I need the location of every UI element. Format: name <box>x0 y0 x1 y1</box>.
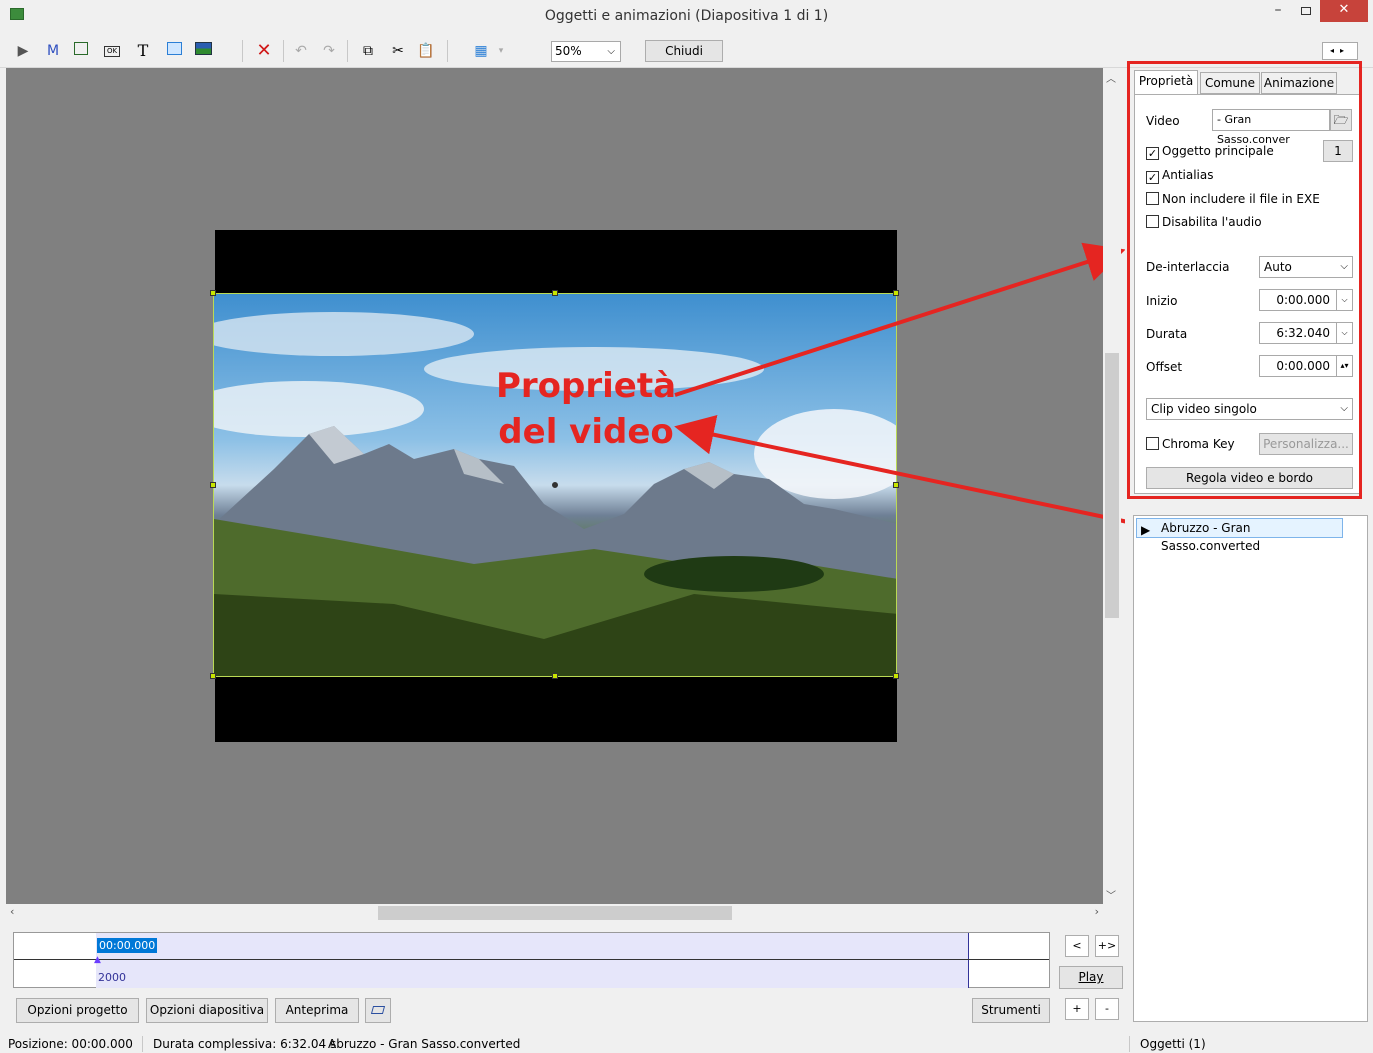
tools-button[interactable]: Strumenti <box>972 998 1050 1023</box>
main-object-number[interactable]: 1 <box>1323 140 1353 162</box>
chevron-down-icon[interactable]: ⌵ <box>1336 290 1352 310</box>
horizontal-scrollbar[interactable]: ‹ › <box>6 904 1103 922</box>
scroll-thumb[interactable] <box>1105 353 1119 618</box>
arrow-from-list <box>674 415 1129 524</box>
tab-animation[interactable]: Animazione <box>1261 72 1337 94</box>
vertical-scrollbar[interactable]: ︿ ﹀ <box>1103 68 1121 904</box>
slide-options-button[interactable]: Opzioni diapositiva <box>146 998 268 1023</box>
video-icon: ▶ <box>1141 523 1151 537</box>
timeline-track[interactable] <box>96 960 969 988</box>
prev-keyframe-button[interactable]: < <box>1065 935 1089 957</box>
start-value: 0:00.000 <box>1276 293 1330 307</box>
open-file-button[interactable]: 🗁 <box>1330 109 1352 131</box>
add-keyframe-button[interactable]: + <box>1065 998 1089 1020</box>
video-label: Video <box>1146 114 1180 128</box>
expand-timeline-button[interactable]: +> <box>1095 935 1119 957</box>
keyframe-marker-icon[interactable]: ▲ <box>94 955 102 965</box>
spinner-icon[interactable]: ▴▾ <box>1336 356 1352 376</box>
checkbox-box[interactable] <box>1146 215 1159 228</box>
chevron-down-icon: ⌵ <box>1340 403 1348 414</box>
deinterlace-select[interactable]: Auto ⌵ <box>1259 256 1353 278</box>
disable-audio-label: Disabilita l'audio <box>1162 215 1262 229</box>
checkbox-box[interactable]: ✓ <box>1146 171 1159 184</box>
main-object-checkbox[interactable]: ✓ Oggetto principale <box>1146 144 1274 160</box>
clip-mode-select[interactable]: Clip video singolo ⌵ <box>1146 398 1353 420</box>
scroll-right-icon[interactable]: › <box>1095 905 1099 918</box>
scroll-left-icon[interactable]: ‹ <box>10 905 14 918</box>
screen-icon <box>370 1006 386 1014</box>
status-file: Abruzzo - Gran Sasso.converted <box>328 1037 521 1051</box>
list-item[interactable]: ▶ Abruzzo - Gran Sasso.converted <box>1136 518 1343 553</box>
status-separator <box>142 1036 143 1052</box>
status-duration: Durata complessiva: 6:32.04 s <box>153 1037 337 1051</box>
preview-button[interactable]: Anteprima <box>275 998 359 1023</box>
timeline[interactable]: 00:00.000 ▲ 2000 <box>13 932 1050 988</box>
status-separator <box>1129 1036 1130 1052</box>
start-label: Inizio <box>1146 294 1178 308</box>
antialias-checkbox[interactable]: ✓ Antialias <box>1146 168 1213 184</box>
duration-field[interactable]: 6:32.040 ⌵ <box>1259 322 1353 344</box>
object-label: Abruzzo - Gran Sasso.converted <box>1161 521 1261 553</box>
checkbox-box[interactable] <box>1146 437 1159 450</box>
checkbox-box[interactable] <box>1146 192 1159 205</box>
clip-mode-value: Clip video singolo <box>1151 402 1257 416</box>
status-bar: Posizione: 00:00.000 Durata complessiva:… <box>0 1035 1373 1053</box>
chevron-down-icon: ⌵ <box>1340 261 1348 272</box>
offset-value: 0:00.000 <box>1276 359 1330 373</box>
deinterlace-value: Auto <box>1264 260 1292 274</box>
folder-open-icon: 🗁 <box>1333 113 1349 127</box>
video-file-field[interactable]: - Gran Sasso.conver <box>1212 109 1330 146</box>
deinterlace-label: De-interlaccia <box>1146 260 1230 274</box>
timeline-divider <box>14 959 1049 960</box>
disable-audio-checkbox[interactable]: Disabilita l'audio <box>1146 215 1262 229</box>
chevron-down-icon[interactable]: ⌵ <box>1336 323 1352 343</box>
object-list[interactable]: ▶ Abruzzo - Gran Sasso.converted <box>1133 515 1368 1022</box>
tab-common[interactable]: Comune <box>1200 72 1260 94</box>
project-options-button[interactable]: Opzioni progetto <box>16 998 139 1023</box>
chroma-key-label: Chroma Key <box>1162 437 1235 451</box>
timeline-time: 00:00.000 <box>97 938 158 953</box>
status-position: Posizione: 00:00.000 <box>8 1037 133 1051</box>
duration-value: 6:32.040 <box>1276 326 1330 340</box>
chroma-key-checkbox[interactable]: Chroma Key <box>1146 437 1235 451</box>
arrow-to-panel <box>674 242 1126 397</box>
remove-keyframe-button[interactable]: - <box>1095 998 1119 1020</box>
timeline-track[interactable] <box>96 933 969 959</box>
play-button[interactable]: Play <box>1059 966 1123 989</box>
duration-label: Durata <box>1146 327 1188 341</box>
customize-button[interactable]: Personalizza... <box>1259 433 1353 455</box>
adjust-video-button[interactable]: Regola video e bordo <box>1146 467 1353 489</box>
main-object-label: Oggetto principale <box>1162 144 1274 158</box>
scroll-thumb[interactable] <box>378 906 732 920</box>
status-objects: Oggetti (1) <box>1140 1037 1206 1051</box>
screen-button[interactable] <box>365 998 391 1023</box>
timeline-value: 2000 <box>98 971 126 984</box>
scroll-up-icon[interactable]: ︿ <box>1106 70 1116 85</box>
no-exe-checkbox[interactable]: Non includere il file in EXE <box>1146 192 1320 206</box>
antialias-label: Antialias <box>1162 168 1214 182</box>
offset-field[interactable]: 0:00.000 ▴▾ <box>1259 355 1353 377</box>
tab-properties[interactable]: Proprietà <box>1134 70 1198 95</box>
no-exe-label: Non includere il file in EXE <box>1162 192 1320 206</box>
checkbox-box[interactable]: ✓ <box>1146 147 1159 160</box>
offset-label: Offset <box>1146 360 1183 374</box>
scroll-down-icon[interactable]: ﹀ <box>1106 887 1116 902</box>
start-field[interactable]: 0:00.000 ⌵ <box>1259 289 1353 311</box>
